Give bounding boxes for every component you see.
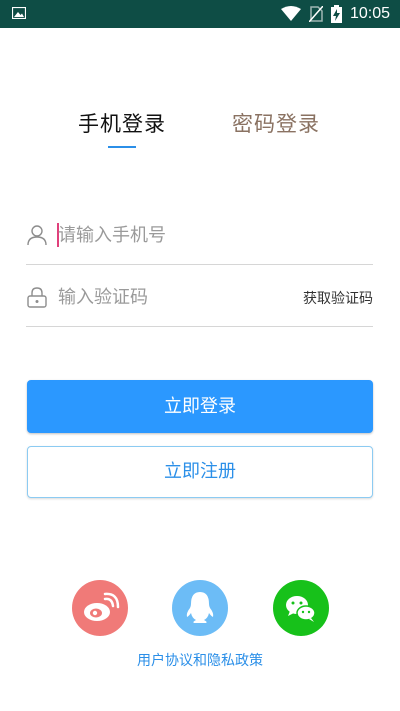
qq-icon xyxy=(186,592,214,623)
battery-charging-icon xyxy=(330,5,342,23)
code-input[interactable] xyxy=(58,280,288,314)
user-icon xyxy=(27,225,47,246)
register-button[interactable]: 立即注册 xyxy=(27,446,373,498)
lock-icon xyxy=(27,287,47,308)
wechat-login-button[interactable] xyxy=(273,580,329,636)
phone-input[interactable] xyxy=(58,218,288,252)
tab-password-login[interactable]: 密码登录 xyxy=(232,108,320,138)
login-tabs: 手机登录 密码登录 xyxy=(0,108,400,158)
qq-login-button[interactable] xyxy=(172,580,228,636)
phone-field xyxy=(26,204,373,265)
get-code-button[interactable]: 获取验证码 xyxy=(303,288,373,308)
image-icon xyxy=(12,7,26,19)
verification-code-field: 获取验证码 xyxy=(26,266,373,327)
privacy-policy-link[interactable]: 用户协议和隐私政策 xyxy=(0,650,400,670)
no-sim-icon xyxy=(308,6,323,22)
social-login xyxy=(0,580,400,636)
active-tab-indicator xyxy=(108,146,136,148)
wifi-icon xyxy=(280,6,301,21)
status-bar: 10:05 xyxy=(0,0,400,28)
weibo-login-button[interactable] xyxy=(72,580,128,636)
clock: 10:05 xyxy=(349,5,390,22)
login-button[interactable]: 立即登录 xyxy=(27,380,373,433)
wechat-icon xyxy=(286,596,316,622)
weibo-icon xyxy=(84,592,120,621)
tab-phone-login[interactable]: 手机登录 xyxy=(78,108,166,138)
